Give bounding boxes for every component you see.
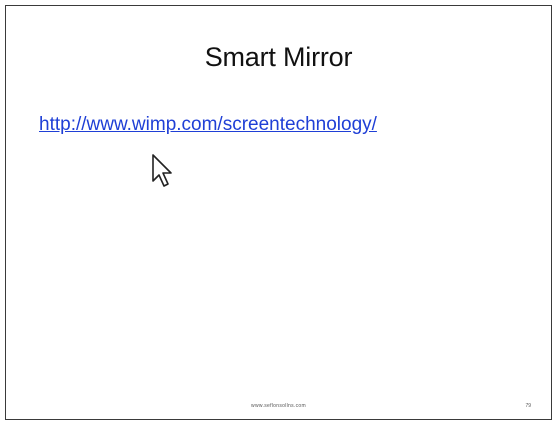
screen-technology-link[interactable]: http://www.wimp.com/screentechnology/ <box>39 114 377 136</box>
mouse-pointer-icon <box>152 154 172 187</box>
slide-title: Smart Mirror <box>204 42 353 72</box>
page-number: 79 <box>525 403 531 409</box>
slide: Smart Mirror http://www.wimp.com/screent… <box>5 5 552 420</box>
footer-url: www.seflonsollns.com <box>251 403 306 409</box>
